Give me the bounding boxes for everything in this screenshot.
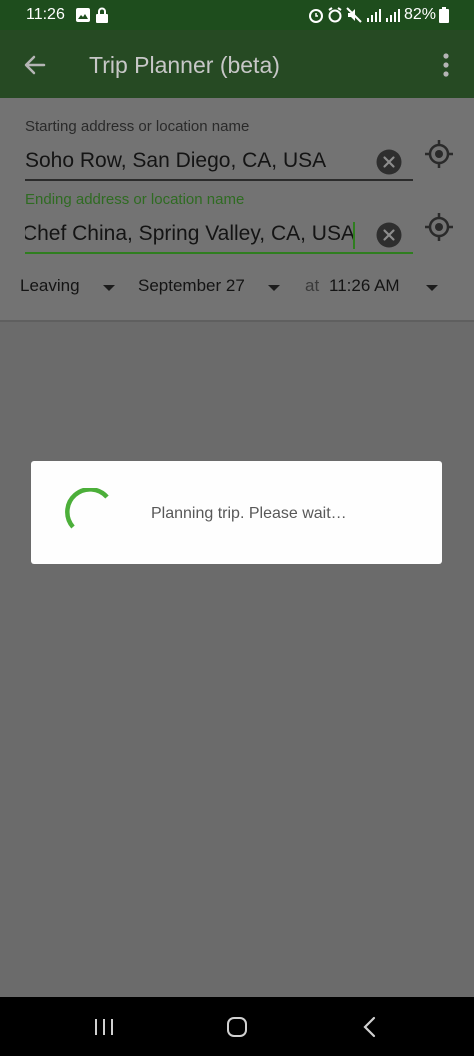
mode-chevron-down-icon[interactable] bbox=[103, 285, 115, 291]
end-input-text: Chef China, Spring Valley, CA, USA bbox=[25, 222, 355, 245]
trip-form: Starting address or location name Soho R… bbox=[0, 98, 474, 322]
date-chevron-down-icon[interactable] bbox=[268, 285, 280, 291]
time-chevron-down-icon[interactable] bbox=[426, 285, 438, 291]
page-title: Trip Planner (beta) bbox=[89, 52, 280, 78]
back-arrow-icon[interactable] bbox=[22, 52, 48, 78]
status-time: 11:26 bbox=[26, 6, 65, 23]
start-underline bbox=[25, 179, 413, 181]
app-bar: Trip Planner (beta) bbox=[0, 30, 474, 98]
text-cursor bbox=[353, 222, 355, 249]
start-my-location-icon[interactable] bbox=[424, 139, 454, 169]
back-nav-icon[interactable] bbox=[362, 1016, 376, 1043]
start-label: Starting address or location name bbox=[25, 118, 250, 135]
alarm-clock-icon bbox=[327, 7, 343, 28]
mode-select[interactable]: Leaving bbox=[20, 276, 80, 296]
battery-percent: 82% bbox=[404, 6, 437, 23]
at-label: at bbox=[305, 276, 320, 295]
status-bar: 11:26 82% bbox=[0, 0, 474, 30]
signal-icon-2 bbox=[385, 7, 401, 28]
overflow-menu-icon[interactable] bbox=[436, 50, 456, 80]
form-divider bbox=[0, 320, 474, 322]
home-icon[interactable] bbox=[226, 1016, 248, 1043]
progress-message: Planning trip. Please wait… bbox=[151, 505, 347, 522]
mute-icon bbox=[346, 7, 362, 28]
date-select[interactable]: September 27 bbox=[138, 276, 245, 296]
gallery-icon bbox=[75, 7, 91, 28]
recent-apps-icon[interactable] bbox=[94, 1018, 114, 1041]
loading-spinner-icon bbox=[65, 487, 115, 538]
alarm-icon bbox=[309, 7, 323, 28]
signal-icon bbox=[366, 7, 382, 28]
end-label: Ending address or location name bbox=[25, 191, 245, 208]
system-nav-bar bbox=[0, 997, 474, 1056]
start-input[interactable]: Soho Row, San Diego, CA, USA bbox=[25, 149, 365, 173]
time-select[interactable]: 11:26 AM bbox=[329, 276, 400, 296]
end-underline bbox=[25, 252, 413, 254]
progress-dialog: Planning trip. Please wait… bbox=[31, 461, 442, 564]
end-my-location-icon[interactable] bbox=[424, 212, 454, 242]
clear-end-icon[interactable] bbox=[376, 222, 402, 248]
end-input[interactable]: Chef China, Spring Valley, CA, USA bbox=[25, 220, 355, 250]
clear-start-icon[interactable] bbox=[376, 149, 402, 175]
lock-icon bbox=[95, 7, 109, 28]
battery-icon bbox=[439, 7, 449, 28]
